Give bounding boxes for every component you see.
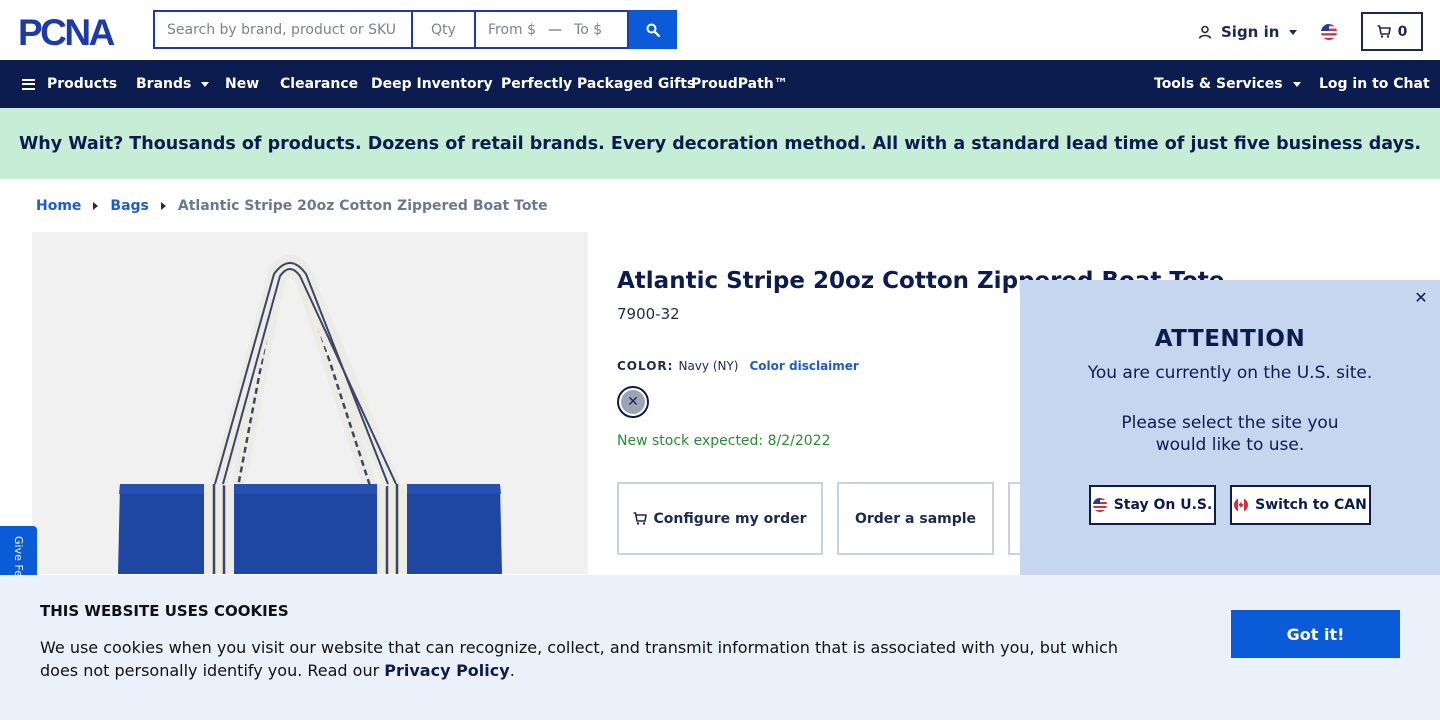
- breadcrumb-arrow-icon: [93, 202, 99, 210]
- stay-on-us-button[interactable]: Stay On U.S.: [1089, 485, 1216, 525]
- cart-icon: [1377, 25, 1391, 38]
- product-sku: 7900-32: [617, 305, 680, 323]
- search-bar: Search by brand, product or SKU Qty From…: [153, 10, 677, 49]
- nav-chat-login[interactable]: Log in to Chat: [1319, 60, 1430, 108]
- switch-to-can-button[interactable]: Switch to CAN: [1230, 485, 1371, 525]
- give-feedback-tab[interactable]: Give Feedback: [0, 526, 37, 576]
- cookie-title: THIS WEBSITE USES COOKIES: [40, 602, 289, 620]
- close-icon[interactable]: ✕: [1412, 288, 1430, 307]
- unavailable-x-icon: ✕: [621, 390, 645, 414]
- price-range-input: From $ — To $: [474, 10, 629, 49]
- chevron-down-icon: [1292, 81, 1301, 87]
- qty-input[interactable]: Qty: [411, 10, 474, 49]
- price-from-input[interactable]: From $: [488, 22, 536, 38]
- svg-text:PCNA: PCNA: [18, 14, 115, 48]
- us-flag-icon: [1092, 498, 1107, 512]
- tote-bag-image: [118, 254, 502, 574]
- popup-instruction: Please select the site you would like to…: [1121, 413, 1339, 455]
- breadcrumb-bags[interactable]: Bags: [110, 198, 148, 214]
- chevron-down-icon: [1289, 29, 1298, 35]
- color-disclaimer-link[interactable]: Color disclaimer: [750, 359, 859, 373]
- search-icon: [646, 23, 660, 37]
- popup-title: ATTENTION: [1154, 326, 1306, 352]
- popup-message: You are currently on the U.S. site.: [1087, 363, 1373, 383]
- pcna-logo[interactable]: PCNA: [18, 14, 138, 48]
- privacy-policy-link[interactable]: Privacy Policy: [384, 661, 509, 680]
- price-to-input[interactable]: To $: [574, 22, 602, 38]
- sign-in-label: Sign in: [1221, 23, 1280, 41]
- breadcrumb: Home Bags Atlantic Stripe 20oz Cotton Zi…: [36, 196, 548, 216]
- configure-order-button[interactable]: Configure my order: [617, 482, 823, 555]
- cart-icon: [633, 512, 648, 525]
- color-row: COLOR: Navy (NY) Color disclaimer: [617, 359, 859, 373]
- breadcrumb-arrow-icon: [160, 202, 166, 210]
- color-label: COLOR:: [617, 359, 674, 373]
- color-value: Navy (NY): [678, 359, 739, 373]
- color-swatch-navy[interactable]: ✕: [617, 386, 649, 418]
- site-selection-popup: ✕ ATTENTION You are currently on the U.S…: [1020, 280, 1440, 575]
- search-input[interactable]: Search by brand, product or SKU: [153, 10, 411, 49]
- site-header: PCNA Search by brand, product or SKU Qty…: [0, 0, 1440, 60]
- cookie-text: We use cookies when you visit our websit…: [40, 638, 1118, 680]
- order-sample-button[interactable]: Order a sample: [837, 482, 994, 555]
- product-image[interactable]: [32, 232, 588, 574]
- cart-button[interactable]: 0: [1361, 12, 1423, 51]
- cart-count: 0: [1397, 23, 1408, 40]
- breadcrumb-current: Atlantic Stripe 20oz Cotton Zippered Boa…: [177, 198, 548, 214]
- price-range-dash: —: [548, 21, 563, 38]
- cookie-banner: THIS WEBSITE USES COOKIES We use cookies…: [0, 575, 1440, 720]
- user-icon: [1198, 25, 1212, 39]
- us-flag-icon[interactable]: [1321, 24, 1337, 40]
- chevron-down-icon: [201, 81, 210, 87]
- menu-icon: [22, 78, 35, 90]
- nav-deep-inventory[interactable]: Deep Inventory: [371, 60, 493, 108]
- sign-in-button[interactable]: Sign in: [1198, 20, 1298, 44]
- promo-banner: Why Wait? Thousands of products. Dozens …: [0, 108, 1440, 179]
- stock-status: New stock expected: 8/2/2022: [617, 433, 831, 449]
- breadcrumb-home[interactable]: Home: [36, 198, 81, 214]
- search-button[interactable]: [629, 10, 677, 49]
- nav-clearance[interactable]: Clearance: [280, 60, 358, 108]
- nav-tools-services[interactable]: Tools & Services: [1154, 60, 1301, 108]
- nav-brands[interactable]: Brands: [136, 60, 210, 108]
- nav-proudpath[interactable]: ProudPath™: [691, 60, 788, 108]
- nav-packaged-gifts[interactable]: Perfectly Packaged Gifts: [501, 60, 695, 108]
- canada-flag-icon: [1234, 498, 1249, 512]
- main-nav: Products Brands New Clearance Deep Inven…: [0, 60, 1440, 108]
- nav-new[interactable]: New: [225, 60, 259, 108]
- promo-text: Why Wait? Thousands of products. Dozens …: [18, 133, 1422, 154]
- nav-products[interactable]: Products: [22, 60, 117, 108]
- cookie-accept-button[interactable]: Got it!: [1231, 610, 1400, 658]
